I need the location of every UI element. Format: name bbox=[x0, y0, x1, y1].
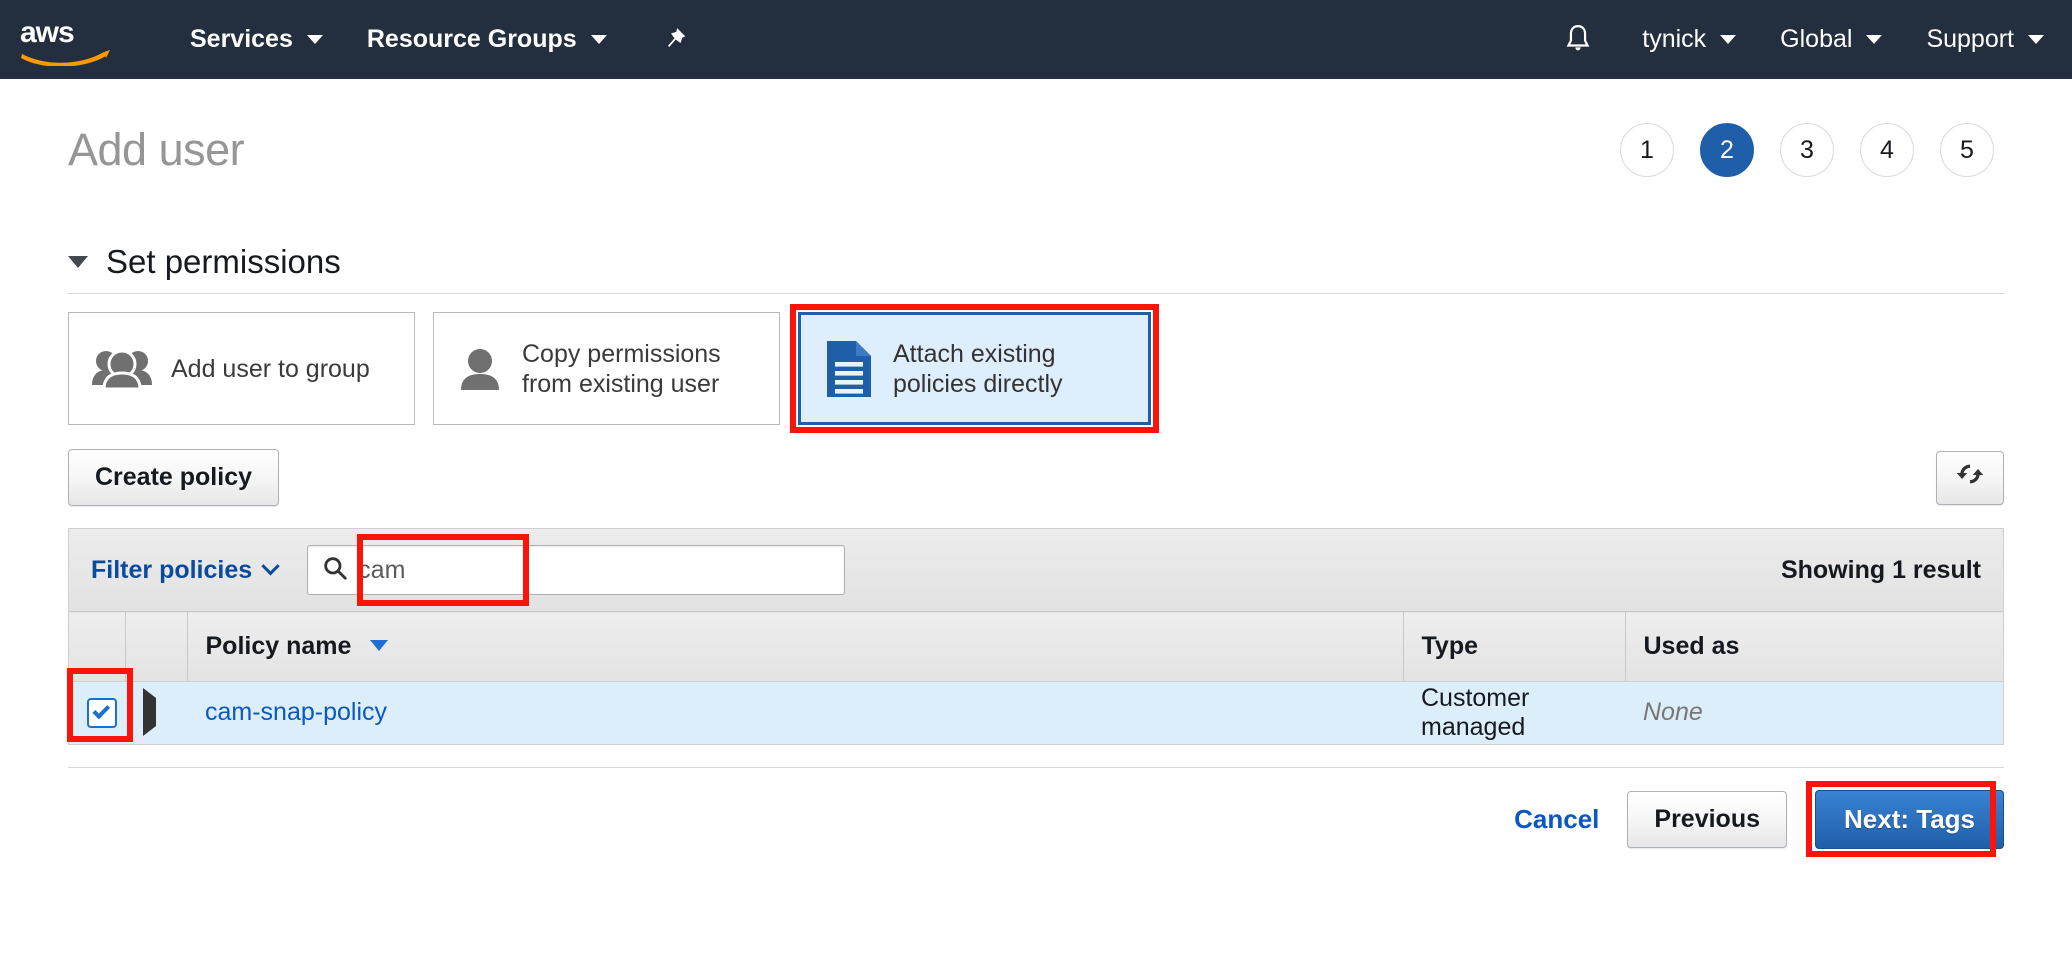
option-label: Attach existing policies directly bbox=[893, 339, 1063, 398]
step-4[interactable]: 4 bbox=[1860, 123, 1914, 177]
th-policy-name-label: Policy name bbox=[205, 632, 352, 660]
triangle-right-icon[interactable] bbox=[143, 688, 156, 737]
users-group-icon bbox=[91, 347, 153, 391]
top-navigation-bar: aws Services Resource Groups tynick Glob… bbox=[0, 0, 2072, 79]
nav-account-label: tynick bbox=[1642, 25, 1707, 53]
permission-options: Add user to group Copy permissions from … bbox=[68, 304, 2004, 433]
results-count-label: Showing 1 result bbox=[1780, 555, 1981, 584]
policy-name-link[interactable]: cam-snap-policy bbox=[205, 698, 387, 726]
set-permissions-title: Set permissions bbox=[106, 243, 341, 280]
user-icon bbox=[456, 346, 504, 392]
chevron-down-icon bbox=[261, 556, 280, 575]
nav-account-tynick[interactable]: tynick bbox=[1620, 0, 1758, 79]
nav-region-global[interactable]: Global bbox=[1758, 0, 1904, 79]
th-used-as: Used as bbox=[1625, 611, 2003, 682]
search-input-value: cam bbox=[358, 555, 406, 584]
step-2[interactable]: 2 bbox=[1700, 123, 1754, 177]
cancel-button[interactable]: Cancel bbox=[1514, 804, 1599, 835]
row-checkbox[interactable] bbox=[87, 697, 117, 728]
nav-right-group: tynick Global Support bbox=[1536, 0, 2066, 79]
aws-logo[interactable]: aws bbox=[18, 14, 114, 67]
chevron-down-icon bbox=[2028, 35, 2044, 44]
table-header-row: Policy name Type Used as bbox=[69, 611, 2003, 682]
th-select bbox=[69, 611, 126, 682]
nav-resource-groups[interactable]: Resource Groups bbox=[345, 0, 629, 79]
row-expand-cell[interactable] bbox=[125, 681, 187, 744]
page-title: Add user bbox=[68, 124, 245, 175]
previous-button[interactable]: Previous bbox=[1627, 790, 1787, 848]
row-policy-name-cell[interactable]: cam-snap-policy bbox=[187, 681, 1403, 744]
table-row[interactable]: cam-snap-policy Customer managed None bbox=[67, 668, 2003, 744]
section-divider bbox=[68, 293, 2004, 294]
checkmark-icon bbox=[92, 701, 111, 720]
search-icon bbox=[322, 555, 348, 586]
filter-bar: Filter policies cam Showing 1 result bbox=[69, 529, 2003, 611]
chevron-down-icon bbox=[1866, 35, 1883, 44]
policies-panel: Filter policies cam Showing 1 result Pol… bbox=[67, 528, 2004, 745]
chevron-down-icon bbox=[306, 35, 323, 44]
refresh-icon bbox=[1955, 459, 1985, 496]
page-content: Add user 1 2 3 4 5 Set permissions Add u… bbox=[0, 79, 2072, 857]
nav-support[interactable]: Support bbox=[1904, 0, 2066, 79]
th-type: Type bbox=[1403, 611, 1626, 682]
footer-actions: Cancel Previous Next: Tags bbox=[68, 768, 2004, 857]
chevron-down-icon bbox=[1720, 35, 1737, 44]
search-input[interactable]: cam bbox=[307, 545, 846, 595]
option-attach-existing-policies-directly[interactable]: Attach existing policies directly bbox=[798, 312, 1151, 425]
sort-descending-icon bbox=[370, 640, 389, 651]
nav-support-label: Support bbox=[1926, 25, 2014, 53]
nav-services[interactable]: Services bbox=[168, 0, 345, 79]
option-add-user-to-group[interactable]: Add user to group bbox=[68, 312, 415, 425]
filter-policies-dropdown[interactable]: Filter policies bbox=[91, 555, 280, 585]
set-permissions-header[interactable]: Set permissions bbox=[68, 243, 2004, 293]
bell-icon[interactable] bbox=[1536, 23, 1620, 57]
option-label: Add user to group bbox=[171, 354, 370, 383]
triangle-down-icon bbox=[68, 256, 88, 268]
nav-resource-groups-label: Resource Groups bbox=[366, 25, 577, 53]
policy-tools-row: Create policy bbox=[68, 449, 2004, 506]
option-copy-permissions-from-existing-user[interactable]: Copy permissions from existing user bbox=[433, 312, 780, 425]
step-3[interactable]: 3 bbox=[1780, 123, 1834, 177]
next-tags-button[interactable]: Next: Tags bbox=[1815, 789, 2004, 849]
refresh-button[interactable] bbox=[1936, 450, 2004, 505]
option-label: Copy permissions from existing user bbox=[522, 339, 721, 398]
row-type-cell: Customer managed bbox=[1403, 681, 1625, 744]
step-5[interactable]: 5 bbox=[1940, 123, 1994, 177]
nav-region-label: Global bbox=[1780, 25, 1853, 53]
create-policy-button[interactable]: Create policy bbox=[68, 449, 280, 506]
row-used-as-cell: None bbox=[1625, 681, 2003, 744]
policies-table: Policy name Type Used as cam-snap-policy… bbox=[67, 611, 2003, 744]
svg-text:aws: aws bbox=[20, 16, 74, 49]
chevron-down-icon bbox=[590, 35, 607, 44]
th-expand bbox=[125, 611, 188, 682]
filter-policies-label: Filter policies bbox=[91, 555, 253, 584]
th-policy-name[interactable]: Policy name bbox=[187, 611, 1404, 682]
step-indicator: 1 2 3 4 5 bbox=[1620, 123, 2004, 177]
document-lines-icon bbox=[823, 338, 875, 400]
nav-services-label: Services bbox=[190, 25, 293, 53]
page-header: Add user 1 2 3 4 5 bbox=[68, 79, 2004, 191]
pushpin-icon[interactable] bbox=[629, 25, 719, 55]
row-checkbox-cell bbox=[67, 668, 133, 744]
step-1[interactable]: 1 bbox=[1620, 123, 1674, 177]
